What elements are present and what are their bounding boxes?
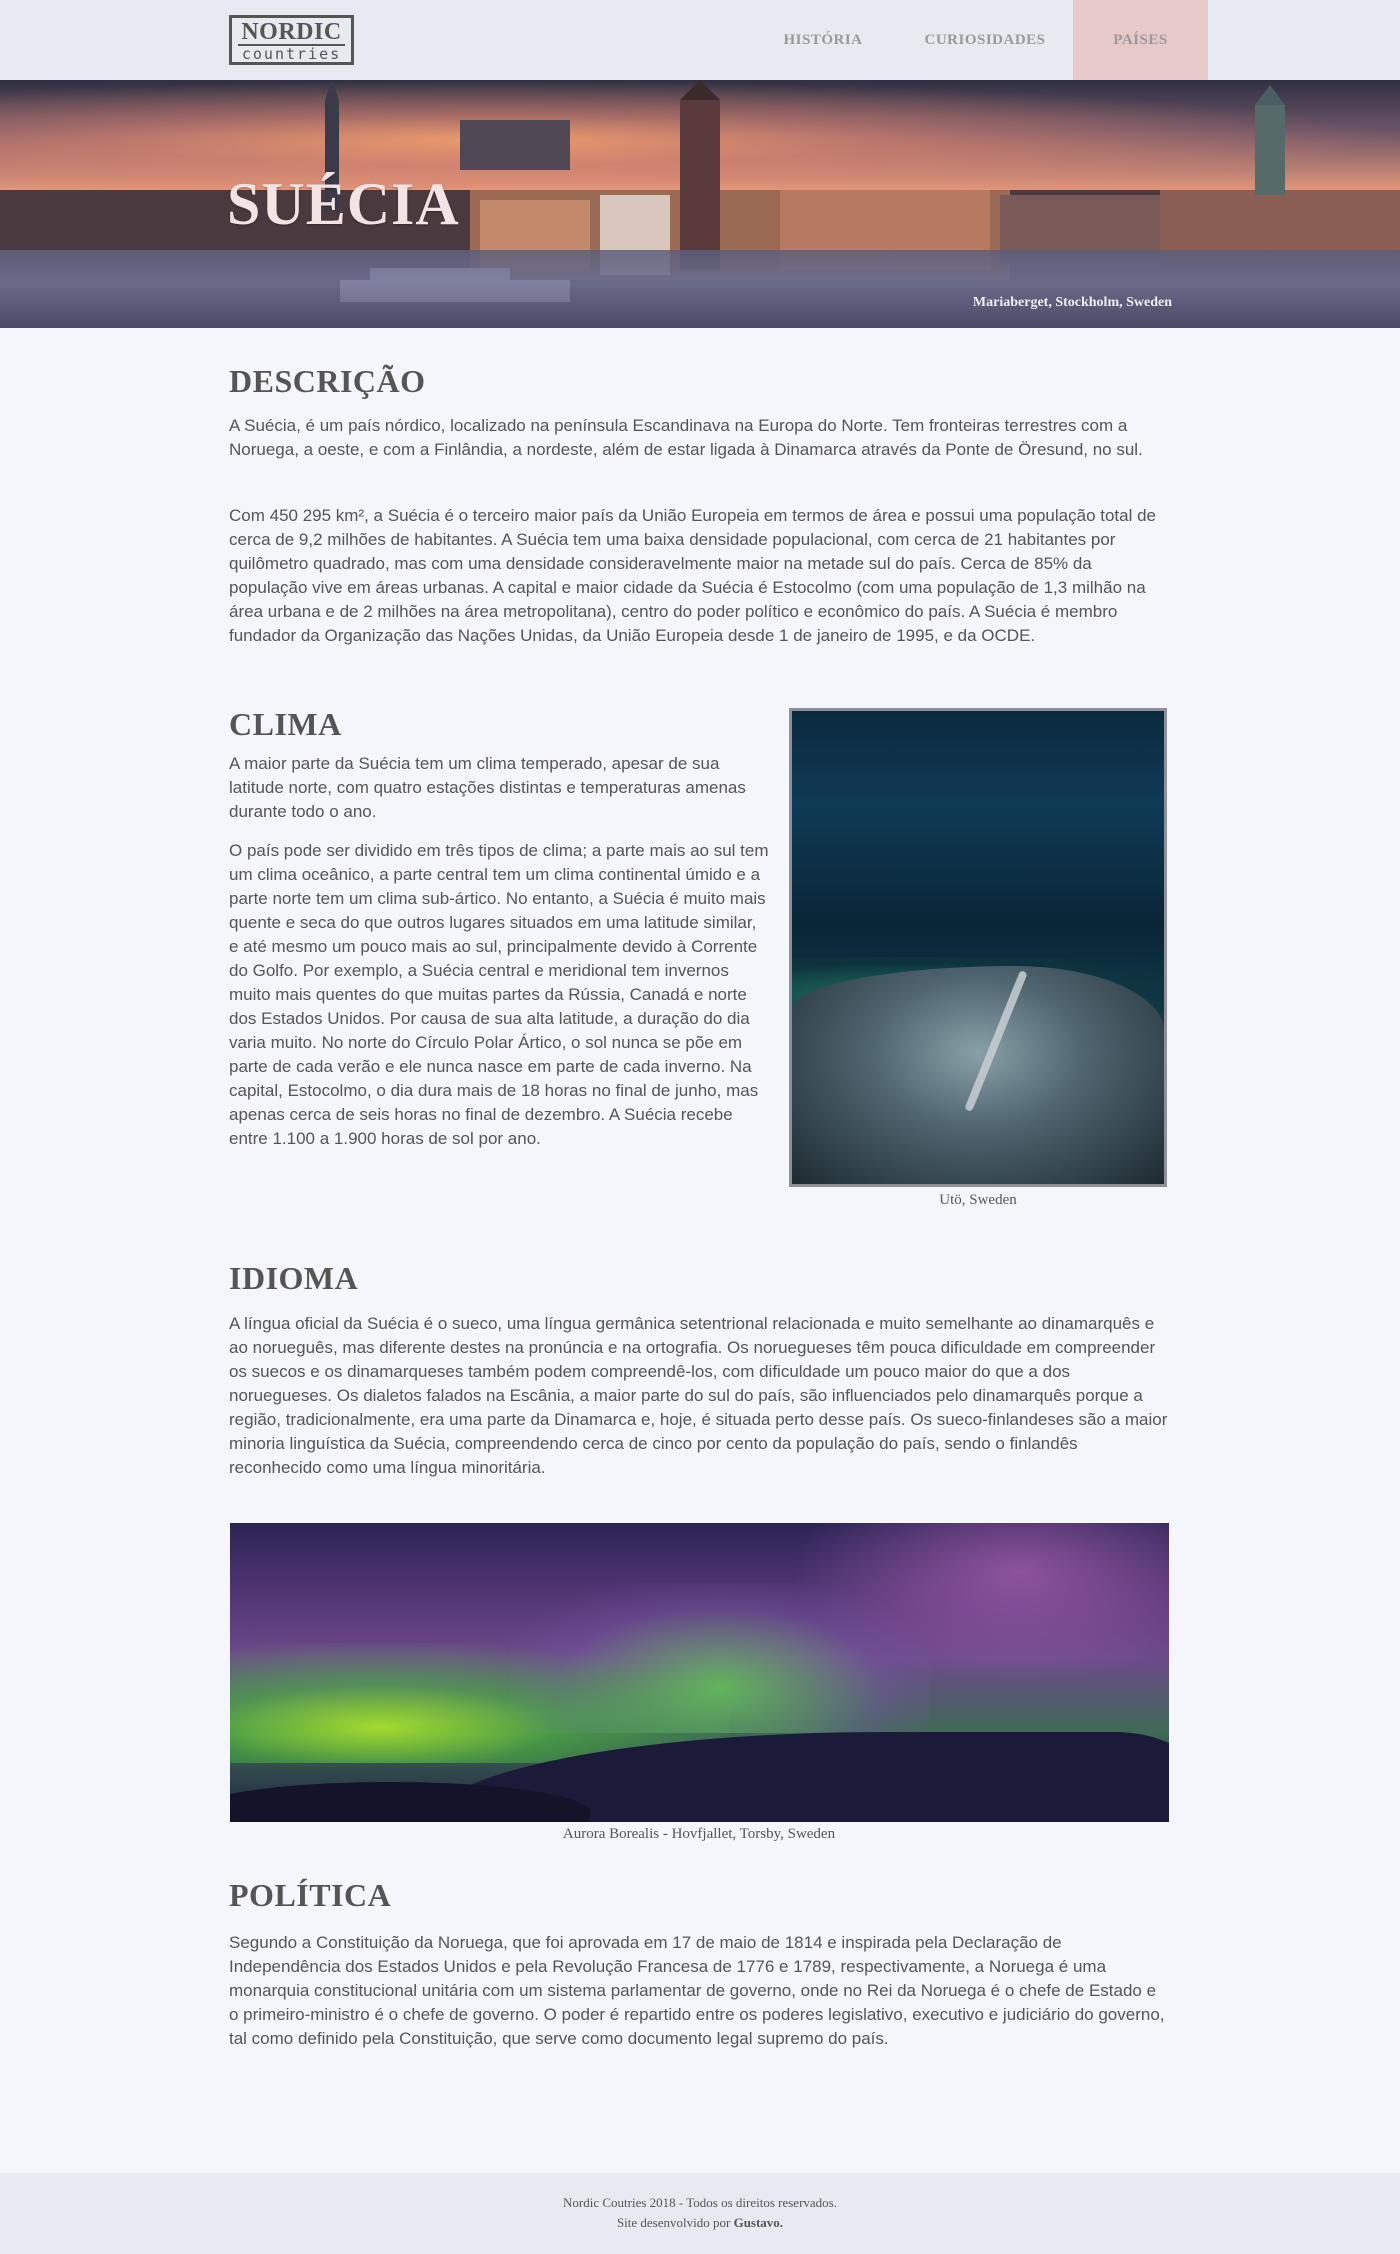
page-title: SUÉCIA (227, 171, 460, 237)
uto-island-image (789, 708, 1167, 1187)
main-nav: HISTÓRIA CURIOSIDADES PAÍSES (749, 0, 1400, 80)
clima-paragraph-2: O país pode ser dividido em três tipos d… (229, 841, 769, 1148)
nav-item-paises[interactable]: PAÍSES (1073, 0, 1208, 80)
footer-copyright: Nordic Coutries 2018 - Todos os direitos… (563, 2195, 837, 2210)
footer-credit-prefix: Site desenvolvido por (616, 2215, 734, 2230)
section-title-clima: CLIMA (229, 706, 342, 742)
idioma-paragraph: A língua oficial da Suécia é o sueco, um… (229, 1314, 1168, 1477)
site-header: NORDIC countries HISTÓRIA CURIOSIDADES P… (0, 0, 1400, 80)
logo-text-bottom: countries (238, 44, 345, 62)
logo-text-top: NORDIC (241, 19, 342, 45)
footer-credit: Site desenvolvido por Gustavo. (0, 2215, 1400, 2231)
section-title-politica: POLÍTICA (229, 1877, 392, 1913)
aurora-borealis-image (230, 1523, 1169, 1822)
descricao-paragraph-1: A Suécia, é um país nórdico, localizado … (229, 416, 1143, 459)
footer-author: Gustavo. (733, 2215, 784, 2230)
hero-water (0, 250, 1400, 328)
section-title-descricao: DESCRIÇÃO (229, 363, 426, 399)
section-title-idioma: IDIOMA (229, 1260, 359, 1296)
nav-item-curiosidades[interactable]: CURIOSIDADES (897, 0, 1073, 80)
clima-image-caption: Utö, Sweden (939, 1192, 1017, 1208)
hero-image-caption: Mariaberget, Stockholm, Sweden (972, 295, 1172, 310)
hero-banner: SUÉCIA Mariaberget, Stockholm, Sweden (0, 80, 1400, 328)
descricao-paragraph-2: Com 450 295 km², a Suécia é o terceiro m… (229, 506, 1157, 645)
clima-paragraph-1: A maior parte da Suécia tem um clima tem… (229, 754, 746, 821)
politica-paragraph: Segundo a Constituição da Noruega, que f… (229, 1933, 1165, 2048)
site-logo[interactable]: NORDIC countries (229, 15, 354, 65)
site-footer: Nordic Coutries 2018 - Todos os direitos… (0, 2173, 1400, 2254)
nav-item-historia[interactable]: HISTÓRIA (749, 0, 897, 80)
aurora-image-caption: Aurora Borealis - Hovfjallet, Torsby, Sw… (562, 1826, 836, 1842)
